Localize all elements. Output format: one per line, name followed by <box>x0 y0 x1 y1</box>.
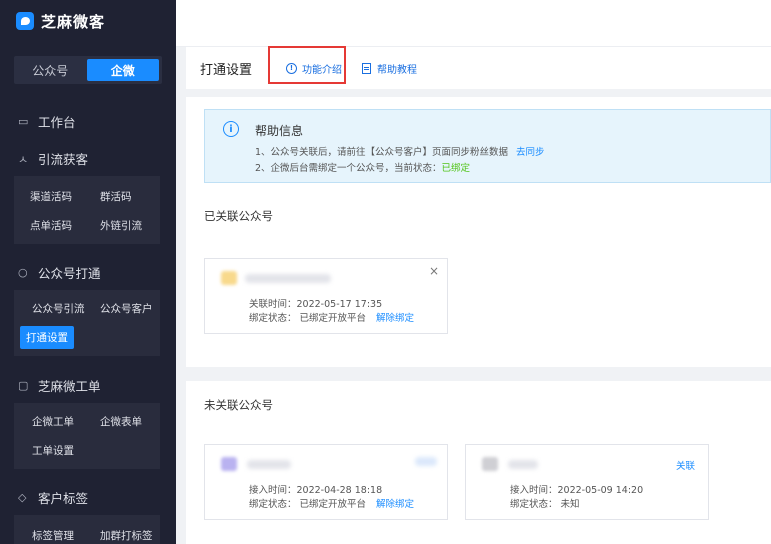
unlinked-1-status-text: 绑定状态： 已绑定开放平台 <box>249 499 367 510</box>
user-icon: ㅅ <box>18 152 29 166</box>
linked-account-card: × 关联时间：2022-05-17 17:35 绑定状态： 已绑定开放平台 解除绑… <box>204 258 448 334</box>
help-line-1: 1、公众号关联后，请前往【公众号客户】页面同步粉丝数据 去同步 <box>255 144 545 158</box>
monitor-icon: ▭ <box>18 115 29 128</box>
unbind-link[interactable]: 解除绑定 <box>376 313 414 324</box>
nav-item-oa-customers[interactable]: 公众号客户 <box>100 301 153 316</box>
unlinked-1-status: 绑定状态： 已绑定开放平台 解除绑定 <box>249 496 414 510</box>
help-info-box: i 帮助信息 1、公众号关联后，请前往【公众号客户】页面同步粉丝数据 去同步 2、… <box>204 109 771 183</box>
nav-item-group-tagging[interactable]: 加群打标签 <box>100 528 153 543</box>
nav-item-connect-settings[interactable]: 打通设置 <box>20 326 74 349</box>
nav-item-wecom-form[interactable]: 企微表单 <box>100 414 142 429</box>
top-bar <box>176 0 771 47</box>
unlinked-2-time: 接入时间：2022-05-09 14:20 <box>510 485 644 496</box>
nav-item-wecom-ticket[interactable]: 企微工单 <box>32 414 74 429</box>
nav-ticket[interactable]: ▢ 芝麻微工单 <box>18 376 101 395</box>
nav-tags-label: 客户标签 <box>38 491 89 506</box>
help-line-1-text: 1、公众号关联后，请前往【公众号客户】页面同步粉丝数据 <box>255 147 509 158</box>
nav-traffic-label: 引流获客 <box>38 152 89 167</box>
nav-tags[interactable]: ◇ 客户标签 <box>18 488 88 507</box>
nav-oa-connect-group: 公众号引流 公众号客户 打通设置 <box>14 290 160 356</box>
document-icon <box>362 62 372 74</box>
nav-item-tag-management[interactable]: 标签管理 <box>32 528 74 543</box>
unlinked-card-1: 接入时间：2022-04-28 18:18 绑定状态： 已绑定开放平台 解除绑定 <box>204 444 448 520</box>
nav-tags-group: 标签管理 加群打标签 <box>14 515 160 544</box>
linked-section-title: 已关联公众号 <box>204 209 273 223</box>
linked-time: 关联时间：2022-05-17 17:35 <box>249 299 383 310</box>
switch-wecom[interactable]: 企微 <box>86 59 159 81</box>
unlinked-2-status: 绑定状态： 未知 <box>510 499 580 510</box>
brand-name: 芝麻微客 <box>41 12 106 31</box>
page-title: 打通设置 <box>200 62 253 78</box>
account-avatar <box>221 271 237 285</box>
nav-item-channel-code[interactable]: 渠道活码 <box>30 189 72 204</box>
nav-ticket-label: 芝麻微工单 <box>38 379 101 394</box>
tutorial-link[interactable]: 帮助教程 <box>362 61 417 76</box>
chat-bubble-logo-icon <box>16 12 34 30</box>
account-avatar <box>221 457 237 471</box>
switch-official-account[interactable]: 公众号 <box>14 56 87 84</box>
link-account-button[interactable]: 关联 <box>676 458 695 472</box>
nav-oa-connect[interactable]: ○ 公众号打通 <box>18 263 101 282</box>
linked-status: 绑定状态： 已绑定开放平台 解除绑定 <box>249 310 414 324</box>
info-icon: i <box>223 121 239 137</box>
circle-icon: ○ <box>18 266 28 279</box>
help-line-2: 2、企微后台需绑定一个公众号，当前状态：已绑定 <box>255 160 470 174</box>
nav-workbench[interactable]: ▭ 工作台 <box>18 112 76 131</box>
account-badge <box>415 457 437 466</box>
nav-item-order-code[interactable]: 点单活码 <box>30 218 72 233</box>
linked-status-text: 绑定状态： 已绑定开放平台 <box>249 313 367 324</box>
tutorial-label: 帮助教程 <box>377 64 418 76</box>
nav-ticket-group: 企微工单 企微表单 工单设置 <box>14 403 160 469</box>
sync-link[interactable]: 去同步 <box>516 147 545 158</box>
help-title: 帮助信息 <box>255 124 304 138</box>
account-switch: 公众号 企微 <box>14 56 162 84</box>
nav-item-oa-traffic[interactable]: 公众号引流 <box>32 301 85 316</box>
nav-traffic[interactable]: ㅅ 引流获客 <box>18 149 88 168</box>
nav-workbench-label: 工作台 <box>38 115 76 130</box>
account-avatar <box>482 457 498 471</box>
account-name <box>245 274 331 283</box>
nav-item-external-link[interactable]: 外链引流 <box>100 218 142 233</box>
highlight-box <box>268 46 346 84</box>
tag-icon: ◇ <box>18 491 27 504</box>
unlinked-section-title: 未关联公众号 <box>204 398 273 412</box>
unbind-link[interactable]: 解除绑定 <box>376 499 414 510</box>
nav-item-ticket-settings[interactable]: 工单设置 <box>32 443 74 458</box>
close-icon[interactable]: × <box>429 264 439 278</box>
brand: 芝麻微客 <box>0 0 176 42</box>
nav-oa-connect-label: 公众号打通 <box>38 266 101 281</box>
unlinked-card-2: 关联 接入时间：2022-05-09 14:20 绑定状态： 未知 <box>465 444 709 520</box>
help-line-2-text: 2、企微后台需绑定一个公众号，当前状态： <box>255 163 442 174</box>
sidebar: 芝麻微客 公众号 企微 ▭ 工作台 ㅅ 引流获客 渠道活码 群活码 点单活码 外… <box>0 0 176 544</box>
nav-traffic-group: 渠道活码 群活码 点单活码 外链引流 <box>14 176 160 244</box>
nav-item-group-code[interactable]: 群活码 <box>100 189 132 204</box>
document-icon: ▢ <box>18 379 29 392</box>
account-name <box>247 460 291 469</box>
unlinked-1-time: 接入时间：2022-04-28 18:18 <box>249 485 383 496</box>
account-name <box>508 460 538 469</box>
bind-status: 已绑定 <box>441 163 471 174</box>
